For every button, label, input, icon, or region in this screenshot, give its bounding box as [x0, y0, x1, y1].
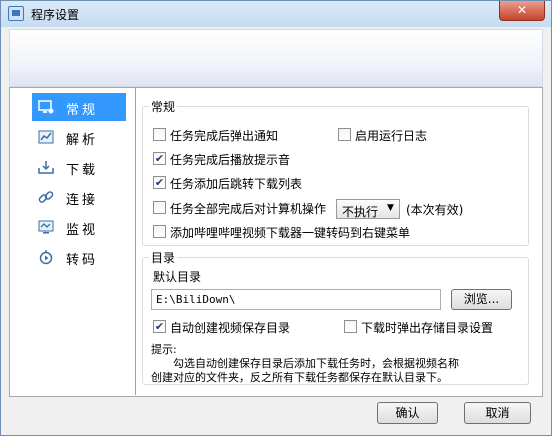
checkbox-label: 启用运行日志: [355, 129, 428, 143]
checkbox-box[interactable]: [153, 201, 166, 214]
browse-button[interactable]: 浏览...: [451, 289, 512, 310]
checkbox-label: 任务完成后弹出通知: [170, 129, 279, 143]
checkbox-box[interactable]: ✔: [153, 320, 166, 333]
sidebar-divider: [135, 87, 136, 395]
sidebar-item-general[interactable]: 常规: [32, 93, 126, 121]
window-title: 程序设置: [31, 8, 80, 22]
sidebar-nav: 常规 解析 下载 连接 监视 转码: [20, 91, 134, 396]
action-suffix-label: (本次有效): [406, 203, 464, 217]
checkbox-label: 添加哔哩哔哩视频下载器一键转码到右键菜单: [170, 226, 411, 240]
sidebar-item-label: 常规: [66, 103, 99, 118]
checkbox-label: 任务添加后跳转下载列表: [170, 177, 303, 191]
checkbox-label: 任务全部完成后对计算机操作: [170, 202, 327, 216]
hint-line: 创建对应的文件夹，反之所有下载任务都保存在默认目录下。: [151, 371, 448, 384]
sidebar-item-connection[interactable]: 连接: [32, 183, 126, 211]
default-dir-input[interactable]: E:\BiliDown\: [151, 289, 441, 310]
checkbox-box[interactable]: [153, 128, 166, 141]
checkbox-label: 下载时弹出存储目录设置: [361, 321, 494, 335]
ok-button[interactable]: 确认: [377, 402, 438, 424]
checkbox-label: 自动创建视频保存目录: [170, 321, 291, 335]
checkbox-box[interactable]: [338, 128, 351, 141]
default-dir-label: 默认目录: [153, 270, 202, 284]
checkbox-box[interactable]: [344, 320, 357, 333]
title-bar[interactable]: 程序设置 ✕: [1, 1, 551, 27]
sidebar-item-label: 连接: [66, 193, 99, 208]
hint-text: 提示: 勾选自动创建保存目录后添加下载任务时，会根据视频名称 创建对应的文件夹，…: [151, 343, 521, 385]
checkbox-box[interactable]: [153, 225, 166, 238]
cancel-button[interactable]: 取消: [464, 402, 531, 424]
sidebar-item-parse[interactable]: 解析: [32, 123, 126, 151]
monitor-settings-icon: [38, 100, 54, 114]
transcode-icon: [39, 250, 53, 265]
select-value: 不执行: [342, 205, 379, 219]
sidebar-item-label: 监视: [66, 223, 99, 238]
sidebar-item-transcode[interactable]: 转码: [32, 243, 126, 271]
chart-icon: [38, 130, 54, 144]
sidebar-item-label: 转码: [66, 253, 99, 268]
chevron-down-icon: ▼: [387, 203, 394, 213]
link-icon: [38, 191, 54, 203]
checkbox-box[interactable]: ✔: [153, 176, 166, 189]
close-button[interactable]: ✕: [499, 1, 545, 21]
sidebar-item-download[interactable]: 下载: [32, 153, 126, 181]
monitor-icon: [38, 220, 54, 234]
download-tray-icon: [38, 161, 54, 174]
header-banner: [9, 29, 543, 87]
general-group-title: 常规: [151, 100, 176, 114]
app-icon: [8, 6, 24, 21]
hint-title: 提示:: [151, 343, 177, 356]
after-complete-action-select[interactable]: 不执行 ▼: [336, 199, 400, 219]
checkbox-label: 任务完成后播放提示音: [170, 153, 291, 167]
sidebar-item-monitor[interactable]: 监视: [32, 213, 126, 241]
checkbox-box[interactable]: ✔: [153, 152, 166, 165]
directory-group-title: 目录: [151, 251, 176, 265]
sidebar-item-label: 解析: [66, 133, 99, 148]
sidebar-item-label: 下载: [66, 163, 99, 178]
hint-line: 勾选自动创建保存目录后添加下载任务时，会根据视频名称: [173, 357, 459, 370]
